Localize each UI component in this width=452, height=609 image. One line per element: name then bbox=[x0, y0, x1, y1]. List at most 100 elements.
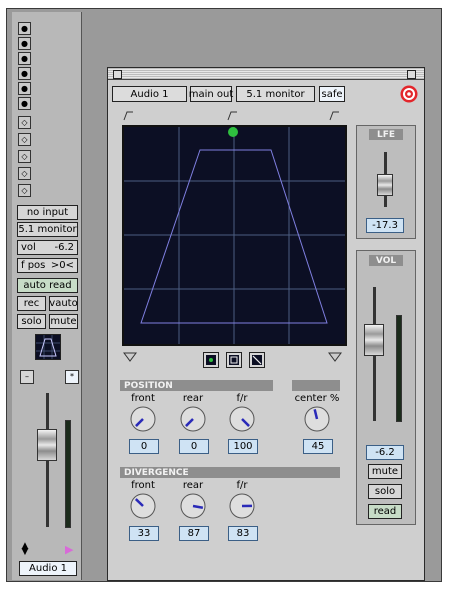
record-enable-button[interactable]: rec bbox=[17, 296, 46, 311]
knob-graphic bbox=[180, 493, 206, 519]
position-front-label: front bbox=[131, 393, 155, 404]
triangle-flag-icon: ▶ bbox=[65, 543, 74, 556]
dot-icon: ● bbox=[21, 38, 28, 48]
send-b-button[interactable]: ◇ bbox=[18, 133, 31, 146]
point-mode-icon bbox=[206, 355, 216, 365]
asterisk-icon[interactable]: * bbox=[65, 370, 79, 384]
position-rear-value[interactable]: 0 bbox=[179, 439, 209, 454]
panner-thumbnail-icon[interactable] bbox=[35, 334, 61, 360]
rear-right-speaker-icon bbox=[328, 351, 342, 363]
divergence-front-knob[interactable] bbox=[129, 492, 157, 520]
volume-readout[interactable]: vol -6.2 bbox=[17, 240, 78, 255]
dot-icon: ● bbox=[21, 23, 28, 33]
diamond-icon: ◇ bbox=[21, 185, 28, 195]
knob-graphic bbox=[130, 406, 156, 432]
position-fr-knob[interactable] bbox=[228, 405, 256, 433]
send-a-button[interactable]: ◇ bbox=[18, 116, 31, 129]
divergence-rear-value[interactable]: 87 bbox=[179, 526, 209, 541]
pan-position-label: f pos bbox=[21, 260, 46, 271]
knob-graphic bbox=[304, 406, 330, 432]
volume-fader-handle[interactable] bbox=[37, 429, 57, 461]
vol-mute-button[interactable]: mute bbox=[368, 464, 402, 479]
center-percent-value[interactable]: 45 bbox=[303, 439, 333, 454]
vol-fader-handle[interactable] bbox=[364, 324, 384, 356]
square-mode-button[interactable] bbox=[226, 352, 242, 368]
position-front-value[interactable]: 0 bbox=[129, 439, 159, 454]
dot-icon: ● bbox=[21, 98, 28, 108]
position-rear-knob[interactable] bbox=[179, 405, 207, 433]
pan-position-dot[interactable] bbox=[228, 127, 238, 137]
close-box-icon[interactable] bbox=[113, 70, 122, 79]
divergence-front-value[interactable]: 33 bbox=[129, 526, 159, 541]
divergence-front-label: front bbox=[131, 480, 155, 491]
minus-icon[interactable]: – bbox=[20, 370, 34, 384]
position-fr-value[interactable]: 100 bbox=[228, 439, 258, 454]
input-selector[interactable]: no input bbox=[17, 205, 78, 220]
knob-graphic bbox=[229, 493, 255, 519]
panner-thumbnail-graphic bbox=[36, 335, 60, 359]
divergence-rear-knob[interactable] bbox=[179, 492, 207, 520]
voice-auto-button[interactable]: vauto bbox=[49, 296, 78, 311]
output-selector-button[interactable]: main out bbox=[189, 86, 233, 102]
knob-graphic bbox=[130, 493, 156, 519]
diamond-icon: ◇ bbox=[21, 134, 28, 144]
solo-button[interactable]: solo bbox=[17, 314, 46, 329]
output-selector[interactable]: 5.1 monitor bbox=[17, 222, 78, 237]
zoom-box-icon[interactable] bbox=[407, 70, 416, 79]
position-front-knob[interactable] bbox=[129, 405, 157, 433]
track-selector-button[interactable]: Audio 1 bbox=[112, 86, 187, 102]
diamond-icon: ◇ bbox=[21, 151, 28, 161]
pan-grid-graphic bbox=[124, 127, 345, 344]
send-e-button[interactable]: ◇ bbox=[18, 184, 31, 197]
pan-position-readout[interactable]: f pos >0< bbox=[17, 258, 78, 273]
square-mode-icon bbox=[229, 355, 239, 365]
pan-position-value: >0< bbox=[50, 260, 74, 271]
diamond-icon: ◇ bbox=[21, 117, 28, 127]
front-center-speaker-icon bbox=[226, 109, 238, 121]
diagonal-mode-button[interactable] bbox=[249, 352, 265, 368]
vol-value[interactable]: -6.2 bbox=[366, 445, 404, 460]
vol-read-button[interactable]: read bbox=[368, 504, 402, 519]
lfe-value[interactable]: -17.3 bbox=[366, 218, 404, 233]
up-down-arrows-icon[interactable]: ▲ ▼ bbox=[20, 542, 30, 557]
divergence-fr-value[interactable]: 83 bbox=[228, 526, 258, 541]
dot-icon: ● bbox=[21, 53, 28, 63]
insert-f-button[interactable]: ● bbox=[18, 97, 31, 110]
front-left-speaker-icon bbox=[122, 109, 134, 121]
mute-button[interactable]: mute bbox=[49, 314, 78, 329]
knob-indicator bbox=[192, 504, 204, 509]
lfe-header: LFE bbox=[369, 129, 403, 140]
insert-c-button[interactable]: ● bbox=[18, 52, 31, 65]
center-percent-label: center % bbox=[294, 393, 340, 404]
lfe-fader-handle[interactable] bbox=[377, 174, 393, 196]
insert-b-button[interactable]: ● bbox=[18, 37, 31, 50]
send-d-button[interactable]: ◇ bbox=[18, 167, 31, 180]
knob-graphic bbox=[229, 406, 255, 432]
window-titlebar[interactable] bbox=[108, 68, 424, 80]
knob-graphic bbox=[180, 406, 206, 432]
diagonal-mode-icon bbox=[252, 355, 262, 365]
pan-grid[interactable] bbox=[122, 125, 347, 346]
dot-icon: ● bbox=[21, 83, 28, 93]
send-c-button[interactable]: ◇ bbox=[18, 150, 31, 163]
track-name-field[interactable]: Audio 1 bbox=[19, 561, 77, 576]
divergence-fr-label: f/r bbox=[236, 480, 248, 491]
position-section-header: POSITION bbox=[120, 380, 273, 391]
insert-e-button[interactable]: ● bbox=[18, 82, 31, 95]
volume-value: -6.2 bbox=[54, 242, 74, 253]
output-path-button[interactable]: 5.1 monitor bbox=[236, 86, 315, 102]
insert-a-button[interactable]: ● bbox=[18, 22, 31, 35]
center-percent-knob[interactable] bbox=[303, 405, 331, 433]
diamond-icon: ◇ bbox=[21, 168, 28, 178]
volume-label: vol bbox=[21, 242, 36, 253]
vol-solo-button[interactable]: solo bbox=[368, 484, 402, 499]
safe-button[interactable]: safe bbox=[319, 86, 345, 102]
rear-left-speaker-icon bbox=[123, 351, 137, 363]
point-mode-button[interactable] bbox=[203, 352, 219, 368]
automation-mode-selector[interactable]: auto read bbox=[17, 278, 78, 293]
divergence-fr-knob[interactable] bbox=[228, 492, 256, 520]
record-target-icon[interactable] bbox=[400, 85, 418, 103]
level-meter bbox=[65, 420, 71, 528]
insert-d-button[interactable]: ● bbox=[18, 67, 31, 80]
divergence-rear-label: rear bbox=[182, 480, 204, 491]
